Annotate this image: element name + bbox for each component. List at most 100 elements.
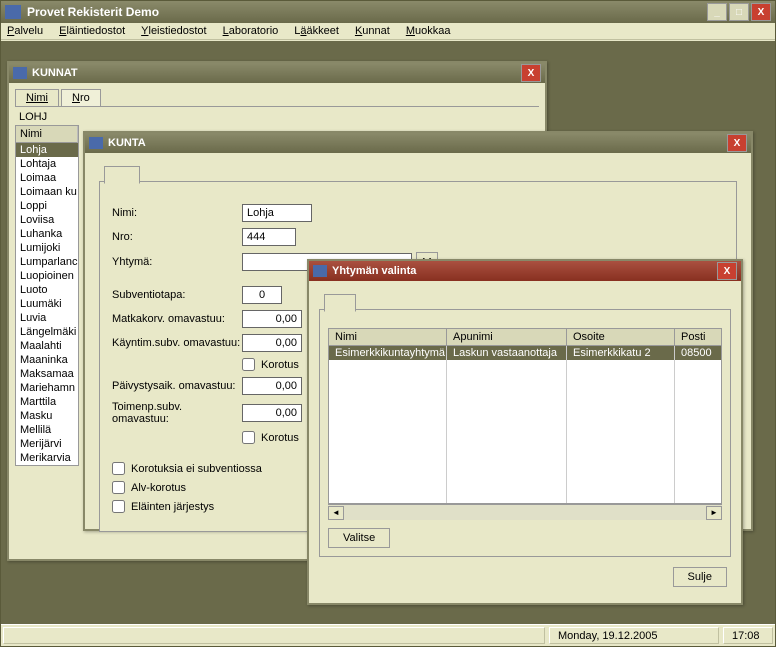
list-item[interactable]: Maksamaa	[16, 367, 78, 381]
close-button[interactable]: X	[751, 3, 771, 21]
list-item[interactable]: Marttila	[16, 395, 78, 409]
label-nro: Nro:	[112, 231, 242, 243]
label-matkakorv: Matkakorv. omavastuu:	[112, 313, 242, 325]
input-toimenp[interactable]	[242, 404, 302, 422]
label-kayntim: Käyntim.subv. omavastuu:	[112, 337, 242, 349]
label-yhtyma: Yhtymä:	[112, 256, 242, 268]
col-nimi[interactable]: Nimi	[16, 126, 78, 143]
menu-muokkaa[interactable]: Muokkaa	[406, 25, 451, 37]
kunnat-close-button[interactable]: X	[521, 64, 541, 82]
list-item[interactable]: Mariehamn	[16, 381, 78, 395]
label-subventiotapa: Subventiotapa:	[112, 289, 242, 301]
cell-nimi: Esimerkkikuntayhtymä	[329, 346, 447, 360]
list-item[interactable]: Lohtaja	[16, 157, 78, 171]
list-item[interactable]: Mellilä	[16, 423, 78, 437]
yht-grid[interactable]: Nimi Apunimi Osoite Posti Esimer	[328, 328, 722, 504]
list-item[interactable]: Lumijoki	[16, 241, 78, 255]
list-item[interactable]: Loppi	[16, 199, 78, 213]
scroll-left-icon[interactable]: ◄	[328, 506, 344, 520]
menu-laboratorio[interactable]: Laboratorio	[223, 25, 279, 37]
list-item[interactable]: Masku	[16, 409, 78, 423]
list-item[interactable]: Längelmäki	[16, 325, 78, 339]
window-icon	[313, 265, 327, 277]
menu-kunnat[interactable]: Kunnat	[355, 25, 390, 37]
kunta-titlebar[interactable]: KUNTA X	[85, 133, 751, 153]
kunnat-titlebar[interactable]: KUNNAT X	[9, 63, 545, 83]
minimize-button[interactable]: _	[707, 3, 727, 21]
window-icon	[13, 67, 27, 79]
input-matkakorv[interactable]	[242, 310, 302, 328]
list-item[interactable]: Luvia	[16, 311, 78, 325]
menu-palvelu[interactable]: Palvelu	[7, 25, 43, 37]
list-item[interactable]: Luhanka	[16, 227, 78, 241]
menu-laakkeet[interactable]: Lääkkeet	[294, 25, 339, 37]
input-kayntim[interactable]	[242, 334, 302, 352]
search-value: LOHJ	[15, 109, 539, 125]
kunta-close-button[interactable]: X	[727, 134, 747, 152]
yht-close-button[interactable]: X	[717, 262, 737, 280]
list-item[interactable]: Loimaa	[16, 171, 78, 185]
col-posti[interactable]: Posti	[675, 329, 721, 345]
label-toimenp: Toimenp.subv. omavastuu:	[112, 401, 242, 425]
chk-elainten-jarjestys[interactable]	[112, 500, 125, 513]
input-paivystys[interactable]	[242, 377, 302, 395]
list-item[interactable]: Lumparlanc	[16, 255, 78, 269]
label-chk1: Korotuksia ei subventiossa	[131, 463, 262, 475]
mdi-client: KUNNAT X Nimi Nro LOHJ Nimi LohjaLohtaja…	[1, 41, 775, 624]
yht-titlebar[interactable]: Yhtymän valinta X	[309, 261, 741, 281]
label-chk2: Alv-korotus	[131, 482, 186, 494]
maximize-button[interactable]: □	[729, 3, 749, 21]
col-osoite[interactable]: Osoite	[567, 329, 675, 345]
tab-nimi[interactable]: Nimi	[15, 89, 59, 106]
label-chk3: Eläinten järjestys	[131, 501, 214, 513]
status-time: 17:08	[723, 627, 773, 644]
menu-yleistiedostot[interactable]: Yleistiedostot	[141, 25, 206, 37]
chk-korotuksia-ei[interactable]	[112, 462, 125, 475]
kunnat-tabs: Nimi Nro	[15, 89, 539, 107]
chk-korotus-1[interactable]	[242, 358, 255, 371]
tab-nro[interactable]: Nro	[61, 89, 101, 106]
status-main	[3, 627, 545, 644]
col-nimi[interactable]: Nimi	[329, 329, 447, 345]
list-item[interactable]: Merijärvi	[16, 437, 78, 451]
yht-panel: Nimi Apunimi Osoite Posti Esimer	[319, 309, 731, 557]
main-window: Provet Rekisterit Demo _ □ X Palvelu Elä…	[0, 0, 776, 647]
menubar: Palvelu Eläintiedostot Yleistiedostot La…	[1, 23, 775, 40]
list-item[interactable]: Loviisa	[16, 213, 78, 227]
list-item[interactable]: Maalahti	[16, 339, 78, 353]
chk-korotus-2[interactable]	[242, 431, 255, 444]
grid-row[interactable]: Esimerkkikuntayhtymä Laskun vastaanottaj…	[329, 346, 721, 360]
yht-title: Yhtymän valinta	[332, 265, 717, 277]
list-item[interactable]: Luoto	[16, 283, 78, 297]
list-item[interactable]: Maaninka	[16, 353, 78, 367]
input-subventiotapa[interactable]	[242, 286, 282, 304]
main-titlebar: Provet Rekisterit Demo _ □ X	[1, 1, 775, 23]
kunta-title: KUNTA	[108, 137, 727, 149]
menu-elaintiedostot[interactable]: Eläintiedostot	[59, 25, 125, 37]
list-item[interactable]: Lohja	[16, 143, 78, 157]
list-item[interactable]: Luopioinen	[16, 269, 78, 283]
input-nimi[interactable]	[242, 204, 312, 222]
list-item[interactable]: Luumäki	[16, 297, 78, 311]
kunnat-list[interactable]: Nimi LohjaLohtajaLoimaaLoimaan kuLoppiLo…	[15, 125, 79, 466]
list-item[interactable]: Merikarvia	[16, 451, 78, 465]
label-paivystys: Päivystysaik. omavastuu:	[112, 380, 242, 392]
sulje-button[interactable]: Sulje	[673, 567, 727, 587]
chk-alv-korotus[interactable]	[112, 481, 125, 494]
statusbar: Monday, 19.12.2005 17:08	[1, 624, 775, 646]
window-yhtyma-valinta: Yhtymän valinta X Nimi Apunimi Osoite Po…	[307, 259, 743, 605]
grid-hscroll[interactable]: ◄ ►	[328, 504, 722, 520]
valitse-button[interactable]: Valitse	[328, 528, 390, 548]
scroll-right-icon[interactable]: ►	[706, 506, 722, 520]
label-nimi: Nimi:	[112, 207, 242, 219]
window-icon	[89, 137, 103, 149]
cell-posti: 08500	[675, 346, 721, 360]
app-title: Provet Rekisterit Demo	[27, 5, 707, 19]
list-item[interactable]: Loimaan ku	[16, 185, 78, 199]
input-nro[interactable]	[242, 228, 296, 246]
status-date: Monday, 19.12.2005	[549, 627, 719, 644]
cell-apunimi: Laskun vastaanottaja	[447, 346, 567, 360]
kunnat-title: KUNNAT	[32, 67, 521, 79]
app-icon	[5, 5, 21, 19]
col-apunimi[interactable]: Apunimi	[447, 329, 567, 345]
